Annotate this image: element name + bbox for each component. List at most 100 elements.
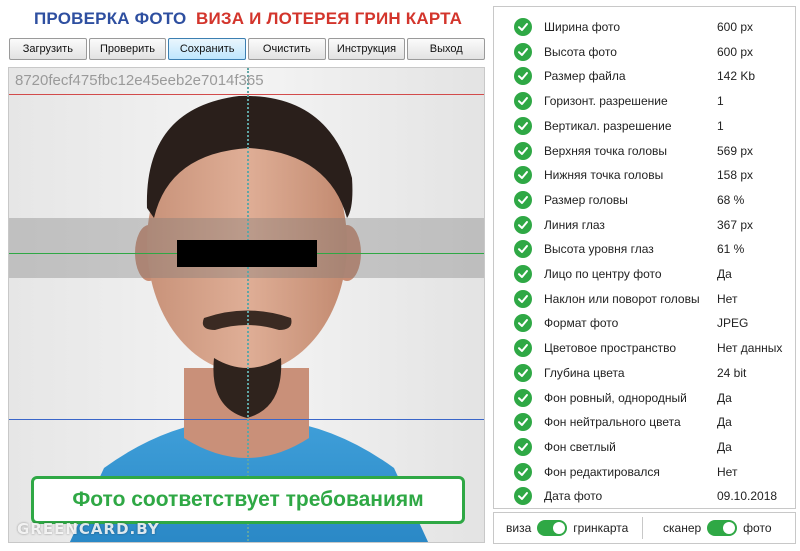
check-row: Цветовое пространство Нет данных [494, 336, 795, 360]
check-button[interactable]: Проверить [88, 38, 167, 60]
check-icon [514, 462, 532, 481]
visa-greencard-toggle[interactable] [537, 520, 568, 536]
check-label: Высота фото [544, 44, 617, 59]
check-value: 367 px [717, 217, 754, 232]
check-label: Размер головы [544, 192, 628, 207]
check-label: Фон редактировался [544, 464, 660, 479]
check-row: Фон светлый Да [494, 435, 795, 459]
check-label: Горизонт. разрешение [544, 94, 668, 109]
check-label: Вертикал. разрешение [544, 118, 672, 133]
check-icon [514, 92, 532, 111]
app-subtitle: ВИЗА И ЛОТЕРЕЯ ГРИН КАРТА [196, 9, 463, 28]
toggle-photo-label: фото [743, 521, 772, 535]
center-guide-line [247, 68, 249, 542]
check-icon [514, 388, 532, 407]
check-row: Линия глаз 367 px [494, 213, 795, 237]
exit-button[interactable]: Выход [407, 38, 486, 60]
check-row: Высота фото 600 px [494, 40, 795, 64]
check-value: Да [717, 390, 732, 405]
check-icon [514, 116, 532, 135]
check-value: 09.10.2018 [717, 489, 778, 504]
check-icon [514, 215, 532, 234]
toggle-divider [642, 517, 643, 539]
check-value: 600 px [717, 44, 754, 59]
check-value: 68 % [717, 192, 745, 207]
check-value: 1 [717, 118, 724, 133]
check-icon [514, 166, 532, 185]
check-icon [514, 413, 532, 432]
check-label: Нижняя точка головы [544, 168, 664, 183]
watermark: GREENCARD.BY [17, 520, 160, 538]
check-icon [514, 314, 532, 333]
load-button[interactable]: Загрузить [9, 38, 87, 60]
check-icon [514, 363, 532, 382]
toggle-group-source: сканер фото [663, 513, 772, 543]
check-icon [514, 487, 532, 506]
check-row: Высота уровня глаз 61 % [494, 237, 795, 261]
check-value: 569 px [717, 143, 754, 158]
toggle-group-type: виза гринкарта [506, 513, 628, 543]
check-row: Верхняя точка головы 569 px [494, 139, 795, 163]
check-icon [514, 339, 532, 358]
check-icon [514, 67, 532, 86]
check-value: 1 [717, 94, 724, 109]
check-value: 61 % [717, 242, 745, 257]
clear-button[interactable]: Очистить [248, 38, 326, 60]
check-row: Дата фото 09.10.2018 [494, 484, 795, 508]
check-icon [514, 437, 532, 456]
toggle-scanner-label: сканер [663, 521, 702, 535]
checks-panel: Ширина фото 600 px Высота фото 600 px Размер… [493, 6, 796, 509]
check-label: Размер файла [544, 69, 626, 84]
check-icon [514, 240, 532, 259]
check-label: Фон ровный, однородный [544, 390, 687, 405]
check-row: Ширина фото 600 px [494, 15, 795, 39]
photo-preview: 8720fecf475fbc12e45eeb2e7014f365 Фото со… [8, 67, 485, 543]
check-value: 600 px [717, 20, 754, 34]
check-value: Да [717, 267, 732, 281]
mode-toggles: виза гринкарта сканер фото [493, 512, 796, 544]
check-row: Фон редактировался Нет [494, 460, 795, 484]
check-value: 158 px [717, 168, 754, 183]
toolbar: Загрузить Проверить Сохранить Очистить И… [9, 38, 486, 62]
check-row: Размер файла 142 Kb [494, 64, 795, 88]
scanner-photo-toggle[interactable] [707, 520, 738, 536]
check-icon [514, 265, 532, 283]
check-icon [514, 141, 532, 160]
check-row: Глубина цвета 24 bit [494, 361, 795, 385]
app-title: ПРОВЕРКА ФОТО [34, 9, 187, 28]
check-label: Лицо по центру фото [544, 267, 662, 281]
check-icon [514, 18, 532, 36]
check-row: Наклон или поворот головы Нет [494, 287, 795, 311]
check-label: Дата фото [544, 489, 603, 504]
check-label: Высота уровня глаз [544, 242, 654, 257]
check-value: Да [717, 415, 732, 430]
check-row: Фон ровный, однородный Да [494, 386, 795, 410]
eye-privacy-bar [177, 240, 317, 267]
check-label: Цветовое пространство [544, 341, 677, 356]
check-value: 142 Kb [717, 69, 756, 84]
check-value: JPEG [717, 316, 749, 331]
check-row: Фон нейтрального цвета Да [494, 410, 795, 434]
check-label: Наклон или поворот головы [544, 291, 700, 306]
check-row: Лицо по центру фото Да [494, 262, 795, 286]
check-label: Верхняя точка головы [544, 143, 668, 158]
check-label: Формат фото [544, 316, 619, 331]
check-row: Вертикал. разрешение 1 [494, 114, 795, 138]
check-label: Фон нейтрального цвета [544, 415, 681, 430]
save-button[interactable]: Сохранить [168, 38, 247, 60]
check-label: Фон светлый [544, 439, 616, 454]
check-row: Размер головы 68 % [494, 188, 795, 212]
photo-hash: 8720fecf475fbc12e45eeb2e7014f365 [15, 72, 264, 89]
check-label: Линия глаз [544, 217, 605, 232]
help-button[interactable]: Инструкция [327, 38, 406, 60]
check-value: Нет данных [717, 341, 783, 356]
check-icon [514, 190, 532, 209]
check-label: Ширина фото [544, 20, 621, 34]
check-icon [514, 42, 532, 61]
check-row: Горизонт. разрешение 1 [494, 89, 795, 113]
check-value: Нет [717, 291, 738, 306]
toggle-greencard-label: гринкарта [573, 521, 629, 535]
check-value: Да [717, 439, 732, 454]
check-row: Нижняя точка головы 158 px [494, 163, 795, 187]
check-value: 24 bit [717, 365, 747, 380]
